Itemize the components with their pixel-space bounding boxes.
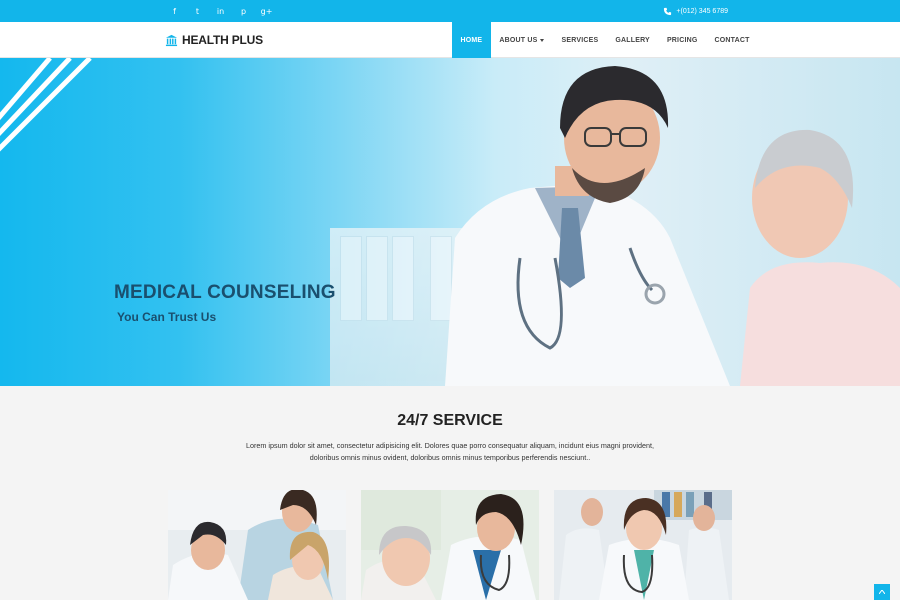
nav-gallery-label: GALLERY bbox=[615, 36, 650, 44]
nav-contact-label: CONTACT bbox=[714, 36, 750, 44]
service-card-1[interactable] bbox=[168, 490, 346, 600]
doctor-patient-image bbox=[445, 66, 900, 386]
phone-icon bbox=[664, 7, 672, 15]
pinterest-icon[interactable]: p bbox=[232, 0, 255, 22]
phone-contact: +(012) 345 6789 bbox=[663, 0, 728, 22]
scroll-to-top-button[interactable] bbox=[874, 584, 890, 600]
hero-title: MEDICAL COUNSELING bbox=[114, 282, 336, 303]
social-links: f t in p g+ bbox=[163, 0, 278, 22]
hero-stripes bbox=[0, 58, 92, 152]
service-card-3[interactable] bbox=[554, 490, 732, 600]
logo-text: HEALTH PLUS bbox=[182, 33, 263, 47]
site-header: HEALTH PLUS HOME ABOUT US SERVICES GALLE… bbox=[0, 22, 900, 58]
logo[interactable]: HEALTH PLUS bbox=[165, 22, 263, 58]
hero-slider: MEDICAL COUNSELING You Can Trust Us bbox=[0, 58, 900, 386]
nav-services-label: SERVICES bbox=[561, 36, 599, 44]
female-doctor-image bbox=[554, 490, 732, 600]
nav-pricing-label: PRICING bbox=[666, 36, 698, 44]
nurse-patient-image bbox=[361, 490, 539, 600]
nav-home-label: HOME bbox=[460, 36, 483, 44]
linkedin-icon[interactable]: in bbox=[209, 0, 232, 22]
service-card-2[interactable] bbox=[361, 490, 539, 600]
top-bar: f t in p g+ +(012) 345 6789 bbox=[0, 0, 900, 22]
facebook-icon[interactable]: f bbox=[163, 0, 186, 22]
twitter-icon[interactable]: t bbox=[186, 0, 209, 22]
section-title: 24/7 SERVICE bbox=[397, 412, 503, 429]
hero-subtitle: You Can Trust Us bbox=[117, 310, 217, 324]
nav-about-label: ABOUT US bbox=[499, 36, 538, 44]
google-plus-icon[interactable]: g+ bbox=[255, 0, 278, 22]
nav-services[interactable]: SERVICES bbox=[553, 22, 607, 58]
nav-home[interactable]: HOME bbox=[452, 22, 491, 58]
phone-number: +(012) 345 6789 bbox=[676, 7, 728, 15]
nav-about-us[interactable]: ABOUT US bbox=[491, 22, 553, 58]
nav-gallery[interactable]: GALLERY bbox=[607, 22, 659, 58]
nav-contact[interactable]: CONTACT bbox=[706, 22, 758, 58]
main-nav: HOME ABOUT US SERVICES GALLERY PRICING C… bbox=[452, 22, 758, 58]
nav-pricing[interactable]: PRICING bbox=[658, 22, 706, 58]
doctors-team-image bbox=[168, 490, 346, 600]
chevron-down-icon bbox=[540, 38, 545, 42]
hospital-icon bbox=[165, 34, 178, 46]
chevron-up-icon bbox=[879, 590, 885, 594]
section-description: Lorem ipsum dolor sit amet, consectetur … bbox=[246, 441, 654, 462]
